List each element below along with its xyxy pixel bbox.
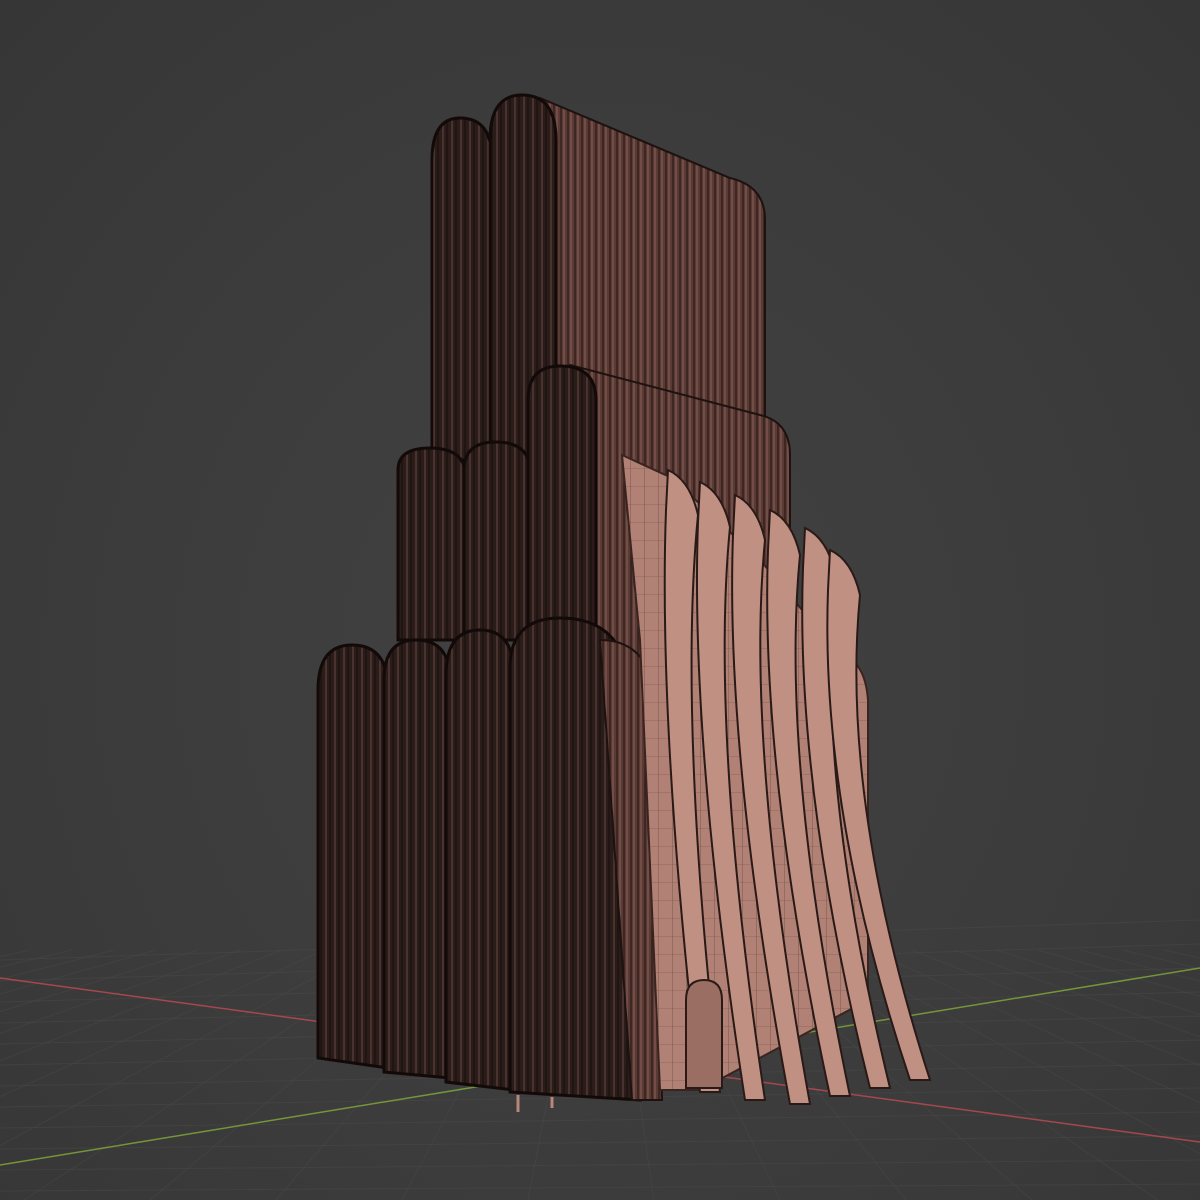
3d-viewport[interactable] <box>0 0 1200 1200</box>
grid-line <box>0 949 283 1062</box>
bottom-tier-arch-2 <box>382 638 452 1080</box>
grid-line <box>1037 949 1200 997</box>
middle-tier-arch-2 <box>462 440 532 642</box>
grid-line <box>0 949 325 1098</box>
top-tier-arch-left <box>430 116 494 462</box>
tower-mesh[interactable] <box>316 93 932 1112</box>
entrance-door[interactable] <box>685 978 723 1089</box>
grid-line <box>0 949 199 1013</box>
viewport-scene[interactable] <box>0 0 1200 1200</box>
grid-line <box>1121 949 1200 970</box>
buttress-wall[interactable] <box>620 453 932 1105</box>
grid-line <box>0 1111 1200 1129</box>
bottom-tier-arch-3 <box>444 628 516 1092</box>
grid-line <box>0 1159 1200 1171</box>
bottom-tier[interactable] <box>316 616 664 1102</box>
grid-line <box>0 1135 1200 1150</box>
middle-tier-arch-1 <box>396 446 468 642</box>
grid-line <box>0 949 241 1034</box>
bottom-tier-arch-1 <box>316 643 390 1070</box>
grid-line <box>0 949 367 1147</box>
middle-tier-arch-3 <box>526 364 598 642</box>
